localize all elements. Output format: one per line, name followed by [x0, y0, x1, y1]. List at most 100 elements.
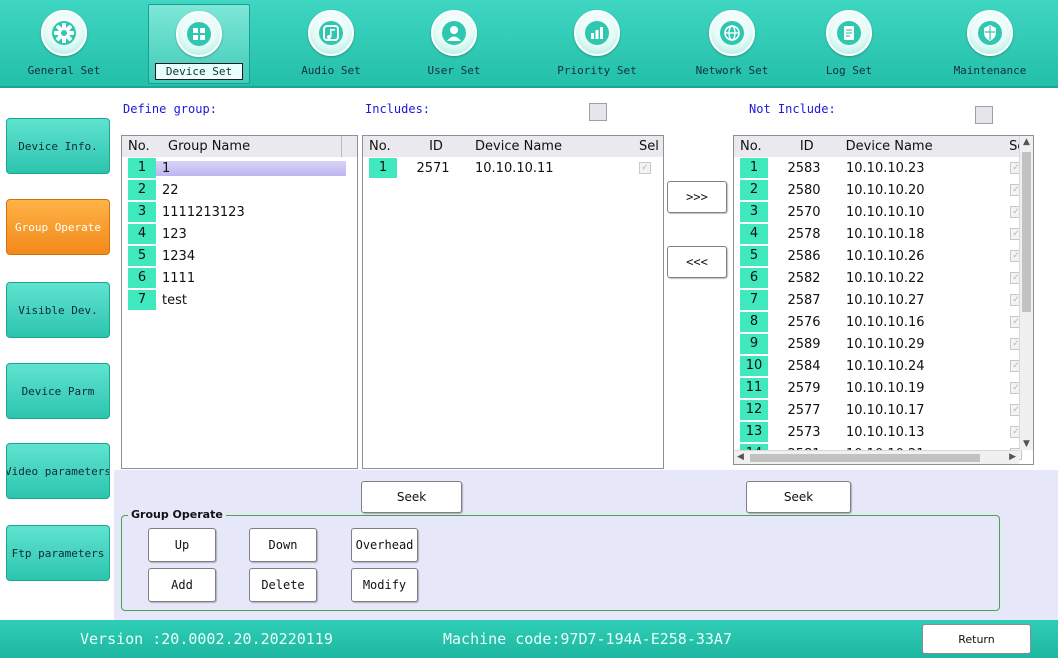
- table-header: No. Group Name: [122, 136, 357, 157]
- table-row[interactable]: 2 22: [122, 179, 357, 201]
- shield-icon: [967, 10, 1013, 56]
- device-name: 10.10.10.11: [475, 160, 554, 176]
- toolbar-priority-set[interactable]: Priority Set: [537, 4, 657, 84]
- table-row[interactable]: 3 2570 10.10.10.10 ✓: [734, 201, 1033, 223]
- table-row[interactable]: 6 1111: [122, 267, 357, 289]
- device-id: 2589: [787, 336, 821, 352]
- table-row[interactable]: 12 2577 10.10.10.17 ✓: [734, 399, 1033, 421]
- move-to-includes-button[interactable]: >>>: [667, 181, 727, 213]
- sidebar-item-ftp-parameters[interactable]: Ftp parameters: [6, 525, 110, 581]
- device-name: 10.10.10.22: [846, 270, 925, 286]
- toolbar-general-set[interactable]: General Set: [9, 4, 119, 84]
- down-button[interactable]: Down: [249, 528, 317, 562]
- delete-button[interactable]: Delete: [249, 568, 317, 602]
- row-select-checkbox[interactable]: ✓: [639, 162, 651, 174]
- scroll-up-icon[interactable]: ▲: [1023, 137, 1030, 147]
- group-name: test: [162, 292, 187, 308]
- sidebar-item-group-operate[interactable]: Group Operate: [6, 199, 110, 255]
- modify-button[interactable]: Modify: [351, 568, 418, 602]
- device-id: 2583: [787, 160, 821, 176]
- table-row[interactable]: 4 123: [122, 223, 357, 245]
- not-include-select-all-checkbox[interactable]: [975, 106, 993, 124]
- sidebar-item-device-parm[interactable]: Device Parm: [6, 363, 110, 419]
- row-number: 5: [740, 246, 768, 266]
- table-row[interactable]: 10 2584 10.10.10.24 ✓: [734, 355, 1033, 377]
- device-id: 2578: [787, 226, 821, 242]
- table-row[interactable]: 5 1234: [122, 245, 357, 267]
- return-button[interactable]: Return: [922, 624, 1031, 654]
- seek-not-include-button[interactable]: Seek: [746, 481, 851, 513]
- group-operate-title: Group Operate: [128, 508, 226, 521]
- device-id: 2579: [787, 380, 821, 396]
- toolbar-network-set[interactable]: Network Set: [677, 4, 787, 84]
- table-row[interactable]: 1 2571 10.10.10.11 ✓: [363, 157, 663, 179]
- device-name: 10.10.10.19: [846, 380, 925, 396]
- toolbar-audio-set[interactable]: Audio Set: [276, 4, 386, 84]
- vertical-scrollbar[interactable]: ▲ ▼: [1019, 136, 1033, 450]
- sidebar-item-visible-dev[interactable]: Visible Dev.: [6, 282, 110, 338]
- user-icon: [431, 10, 477, 56]
- column-header: Device Name: [475, 139, 562, 154]
- group-name: 1111213123: [162, 204, 245, 220]
- table-row[interactable]: 11: [122, 157, 357, 179]
- device-name: 10.10.10.10: [846, 204, 925, 220]
- row-number: 1: [740, 158, 768, 178]
- includes-table: No. ID Device Name Sel 1 2571 10.10.10.11 ✓: [362, 135, 664, 469]
- column-header: Device Name: [845, 139, 933, 154]
- table-row[interactable]: 9 2589 10.10.10.29 ✓: [734, 333, 1033, 355]
- toolbar-device-set[interactable]: Device Set: [148, 4, 250, 84]
- scroll-left-icon[interactable]: ◀: [737, 452, 744, 462]
- toolbar-label: Maintenance: [953, 64, 1027, 77]
- toolbar-maintenance[interactable]: Maintenance: [930, 4, 1050, 84]
- group-name: 1111: [162, 270, 196, 286]
- group-rows: 1 1 2 22 3 1111213123 4 123 5 1234 6 1111 7 test: [122, 157, 357, 311]
- row-number: 7: [740, 290, 768, 310]
- toolbar-user-set[interactable]: User Set: [399, 4, 509, 84]
- includes-label: Includes:: [365, 102, 431, 116]
- row-number: 13: [740, 422, 768, 442]
- includes-select-all-checkbox[interactable]: [589, 103, 607, 121]
- column-header: ID: [799, 139, 814, 154]
- toolbar-label: Device Set: [154, 63, 244, 80]
- overhead-button[interactable]: Overhead: [351, 528, 418, 562]
- scroll-thumb[interactable]: [750, 454, 980, 462]
- horizontal-scrollbar[interactable]: ◀ ▶: [734, 450, 1019, 464]
- bar-chart-icon: [574, 10, 620, 56]
- table-row[interactable]: 1 2583 10.10.10.23 ✓: [734, 157, 1033, 179]
- row-number: 2: [128, 180, 156, 200]
- machine-code-text: Machine code:97D7-194A-E258-33A7: [443, 630, 732, 648]
- table-header: No. ID Device Name Se: [734, 136, 1033, 157]
- table-row[interactable]: 3 1111213123: [122, 201, 357, 223]
- row-number: 8: [740, 312, 768, 332]
- table-row[interactable]: 7 2587 10.10.10.27 ✓: [734, 289, 1033, 311]
- device-id: 2571: [416, 160, 450, 176]
- up-button[interactable]: Up: [148, 528, 216, 562]
- table-row[interactable]: 11 2579 10.10.10.19 ✓: [734, 377, 1033, 399]
- table-row[interactable]: 8 2576 10.10.10.16 ✓: [734, 311, 1033, 333]
- group-name: 1234: [162, 248, 196, 264]
- device-name: 10.10.10.27: [846, 292, 925, 308]
- row-number: 4: [128, 224, 156, 244]
- table-row[interactable]: 2 2580 10.10.10.20 ✓: [734, 179, 1033, 201]
- table-row[interactable]: 7 test: [122, 289, 357, 311]
- scroll-thumb[interactable]: [1022, 152, 1031, 312]
- move-to-not-include-button[interactable]: <<<: [667, 246, 727, 278]
- add-button[interactable]: Add: [148, 568, 216, 602]
- sidebar-item-video-parameters[interactable]: Video parameters: [6, 443, 110, 499]
- device-name: 10.10.10.17: [846, 402, 925, 418]
- device-id: 2584: [787, 358, 821, 374]
- table-row[interactable]: 4 2578 10.10.10.18 ✓: [734, 223, 1033, 245]
- table-row[interactable]: 5 2586 10.10.10.26 ✓: [734, 245, 1033, 267]
- device-name: 10.10.10.23: [846, 160, 925, 176]
- seek-includes-button[interactable]: Seek: [361, 481, 462, 513]
- not-include-label: Not Include:: [749, 102, 836, 116]
- table-row[interactable]: 6 2582 10.10.10.22 ✓: [734, 267, 1033, 289]
- table-row[interactable]: 13 2573 10.10.10.13 ✓: [734, 421, 1033, 443]
- toolbar-log-set[interactable]: Log Set: [794, 4, 904, 84]
- sidebar-item-device-info[interactable]: Device Info.: [6, 118, 110, 174]
- scroll-right-icon[interactable]: ▶: [1009, 452, 1016, 462]
- scroll-down-icon[interactable]: ▼: [1023, 439, 1030, 449]
- gear-icon: [41, 10, 87, 56]
- device-id: 2586: [787, 248, 821, 264]
- device-name: 10.10.10.29: [846, 336, 925, 352]
